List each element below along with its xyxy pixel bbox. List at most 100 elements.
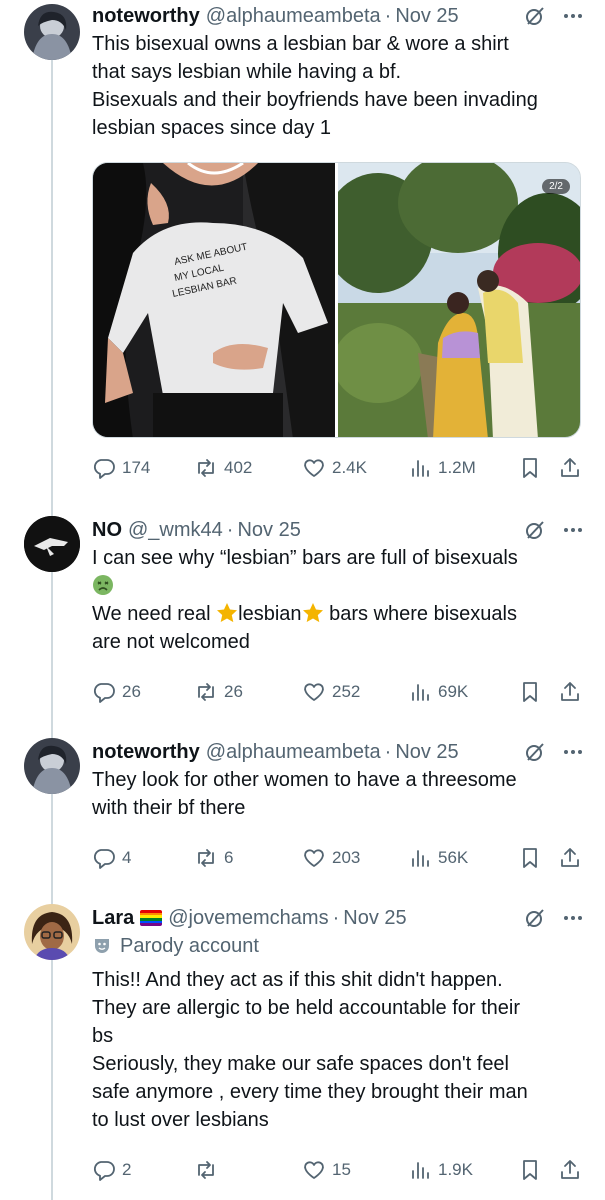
views-icon xyxy=(412,460,429,477)
share-icon xyxy=(561,848,579,867)
action-bar: 4 6 203 56K xyxy=(92,844,585,872)
like-button[interactable]: 203 xyxy=(302,846,408,870)
views-button[interactable]: 69K xyxy=(408,680,518,704)
post-text: They look for other women to have a thre… xyxy=(92,769,517,819)
bookmark-button[interactable] xyxy=(518,846,558,870)
post-3[interactable]: noteworthy @alphaumeambeta · Nov 25 They… xyxy=(0,736,605,886)
repost-count: 402 xyxy=(224,458,253,477)
bookmark-button[interactable] xyxy=(518,680,558,704)
display-name[interactable]: NO xyxy=(92,519,122,542)
like-button[interactable]: 15 xyxy=(302,1158,408,1182)
post-media[interactable]: ASK ME ABOUT MY LOCAL LESBIAN BAR 2/2 xyxy=(92,162,581,438)
grok-icon[interactable] xyxy=(523,518,547,542)
post-header: noteworthy @alphaumeambeta · Nov 25 xyxy=(92,738,585,766)
heart-icon xyxy=(304,1161,324,1179)
views-icon xyxy=(412,850,429,867)
post-1[interactable]: noteworthy @alphaumeambeta · Nov 25 This… xyxy=(0,0,605,490)
parody-label[interactable]: Parody account xyxy=(92,932,585,960)
like-count: 15 xyxy=(332,1160,351,1179)
share-icon xyxy=(561,682,579,701)
reply-count: 4 xyxy=(122,848,132,867)
post-date[interactable]: Nov 25 xyxy=(343,907,406,930)
views-count: 1.9K xyxy=(438,1160,473,1179)
user-handle[interactable]: @alphaumeambeta xyxy=(206,741,381,764)
post-2[interactable]: NO @_wmk44 · Nov 25 I can see why “lesbi… xyxy=(0,510,605,720)
post-header: NO @_wmk44 · Nov 25 xyxy=(92,516,585,544)
heart-icon xyxy=(304,683,324,701)
bookmark-icon xyxy=(523,1160,537,1180)
reply-button[interactable]: 26 xyxy=(92,680,194,704)
photo-shirt[interactable]: ASK ME ABOUT MY LOCAL LESBIAN BAR xyxy=(93,163,335,437)
action-bar: 174 402 2.4K 1.2M xyxy=(92,454,585,482)
post-text: This bisexual owns a lesbian bar & wore … xyxy=(92,33,538,139)
avatar[interactable] xyxy=(24,516,80,572)
user-handle[interactable]: @_wmk44 xyxy=(128,519,223,542)
repost-button[interactable]: 6 xyxy=(194,846,302,870)
separator-dot: · xyxy=(384,4,392,27)
rainbow-flag-icon xyxy=(140,910,163,926)
views-icon xyxy=(412,1162,429,1179)
views-button[interactable]: 56K xyxy=(408,846,518,870)
reply-icon xyxy=(93,459,115,479)
reply-icon xyxy=(93,683,115,703)
reply-count: 26 xyxy=(122,682,141,701)
like-count: 2.4K xyxy=(332,458,367,477)
media-count-badge: 2/2 xyxy=(542,179,570,194)
display-name[interactable]: noteworthy xyxy=(92,741,200,764)
bookmark-icon xyxy=(523,848,537,868)
post-date[interactable]: Nov 25 xyxy=(237,519,300,542)
share-button[interactable] xyxy=(558,680,582,704)
reply-button[interactable]: 4 xyxy=(92,846,194,870)
views-button[interactable]: 1.2M xyxy=(408,456,518,480)
action-bar: 26 26 252 69K xyxy=(92,678,585,706)
reply-button[interactable]: 174 xyxy=(92,456,194,480)
grok-icon[interactable] xyxy=(523,4,547,28)
heart-icon xyxy=(304,849,324,867)
reply-count: 2 xyxy=(122,1160,132,1179)
grok-icon[interactable] xyxy=(523,740,547,764)
parody-mask-icon xyxy=(95,939,109,953)
repost-icon xyxy=(198,849,214,867)
user-handle[interactable]: @jovememchams xyxy=(168,907,328,930)
bookmark-icon xyxy=(523,458,537,478)
display-name[interactable]: noteworthy xyxy=(92,5,200,28)
post-date[interactable]: Nov 25 xyxy=(395,741,458,764)
post-date[interactable]: Nov 25 xyxy=(395,5,458,28)
share-button[interactable] xyxy=(558,1158,582,1182)
views-count: 56K xyxy=(438,848,469,867)
bookmark-button[interactable] xyxy=(518,456,558,480)
repost-button[interactable]: 26 xyxy=(194,680,302,704)
repost-icon xyxy=(198,683,214,701)
like-button[interactable]: 252 xyxy=(302,680,408,704)
share-button[interactable] xyxy=(558,846,582,870)
avatar[interactable] xyxy=(24,738,80,794)
repost-button[interactable]: 402 xyxy=(194,456,302,480)
star-icon xyxy=(217,603,238,623)
avatar[interactable] xyxy=(24,904,80,960)
display-name[interactable]: Lara xyxy=(92,907,134,930)
more-icon[interactable] xyxy=(561,4,585,28)
post-4[interactable]: Lara @jovememchams · Nov 25 Parody accou… xyxy=(0,902,605,1200)
user-handle[interactable]: @alphaumeambeta xyxy=(206,5,381,28)
more-icon[interactable] xyxy=(561,518,585,542)
more-icon[interactable] xyxy=(561,906,585,930)
bookmark-button[interactable] xyxy=(518,1158,558,1182)
share-button[interactable] xyxy=(558,456,582,480)
reply-icon xyxy=(93,849,115,869)
like-button[interactable]: 2.4K xyxy=(302,456,408,480)
reply-count: 174 xyxy=(122,458,151,477)
repost-button[interactable] xyxy=(194,1158,302,1182)
nauseated-face-icon xyxy=(93,575,113,595)
repost-icon xyxy=(198,459,214,477)
views-count: 69K xyxy=(438,682,469,701)
more-icon[interactable] xyxy=(561,740,585,764)
photo-couple[interactable]: 2/2 xyxy=(338,163,580,437)
post-header: noteworthy @alphaumeambeta · Nov 25 xyxy=(92,2,585,30)
grok-icon[interactable] xyxy=(523,906,547,930)
views-button[interactable]: 1.9K xyxy=(408,1158,518,1182)
repost-count: 26 xyxy=(224,682,243,701)
share-icon xyxy=(561,1160,579,1179)
reply-button[interactable]: 2 xyxy=(92,1158,194,1182)
avatar[interactable] xyxy=(24,4,80,60)
share-icon xyxy=(561,458,579,477)
